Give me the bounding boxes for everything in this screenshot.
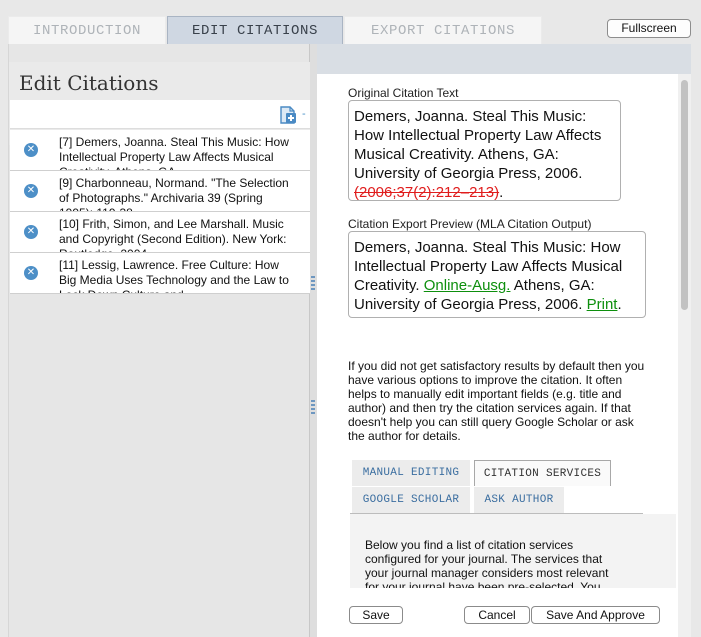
fullscreen-button[interactable]: Fullscreen — [607, 19, 691, 38]
editor-header-bar — [317, 44, 691, 74]
citation-toolbar: - — [10, 100, 310, 129]
cancel-button[interactable]: Cancel — [464, 606, 530, 624]
splitter-grip-icon[interactable] — [311, 400, 315, 414]
save-button[interactable]: Save — [349, 606, 403, 624]
add-citation-icon[interactable] — [278, 105, 298, 125]
pane-splitter[interactable] — [310, 44, 317, 637]
citation-services-text: Below you find a list of citation servic… — [365, 538, 609, 588]
citation-list: ✕ [7] Demers, Joanna. Steal This Music: … — [10, 130, 310, 294]
preview-online-link[interactable]: Online-Ausg. — [424, 277, 511, 294]
original-citation-struck: (2006;37(2):212–213) — [354, 184, 500, 201]
citation-item[interactable]: ✕ [7] Demers, Joanna. Steal This Music: … — [10, 130, 310, 171]
scrollbar-thumb[interactable] — [681, 80, 688, 310]
citation-item[interactable]: ✕ [11] Lessig, Lawrence. Free Culture: H… — [10, 253, 310, 294]
remove-citation-icon[interactable]: ✕ — [24, 266, 38, 280]
save-and-approve-button[interactable]: Save And Approve — [531, 606, 660, 624]
remove-citation-icon[interactable]: ✕ — [24, 184, 38, 198]
preview-end: . — [617, 296, 622, 313]
original-citation-label: Original Citation Text — [348, 86, 459, 100]
citation-item-text: [9] Charbonneau, Normand. "The Selection… — [59, 176, 289, 211]
citation-editor-pane: Original Citation Text Demers, Joanna. S… — [317, 44, 691, 637]
remove-citation-icon[interactable]: ✕ — [24, 143, 38, 157]
citation-item-text: [10] Frith, Simon, and Lee Marshall. Mus… — [59, 217, 287, 252]
original-citation-field[interactable]: Demers, Joanna. Steal This Music: How In… — [348, 100, 621, 201]
preview-print-link[interactable]: Print — [587, 296, 618, 313]
tab-introduction[interactable]: INTRODUCTION — [8, 16, 166, 44]
export-preview-label: Citation Export Preview (MLA Citation Ou… — [348, 217, 592, 231]
citation-item-text: [7] Demers, Joanna. Steal This Music: Ho… — [59, 135, 289, 170]
citation-services-panel: Below you find a list of citation servic… — [350, 514, 676, 588]
export-preview-box: Demers, Joanna. Steal This Music: How In… — [348, 231, 646, 318]
page-title: Edit Citations — [19, 71, 159, 95]
tab-manual-editing[interactable]: MANUAL EDITING — [352, 460, 470, 486]
tab-edit-citations[interactable]: EDIT CITATIONS — [167, 16, 343, 44]
tab-citation-services[interactable]: CITATION SERVICES — [474, 460, 611, 486]
splitter-grip-icon[interactable] — [311, 276, 315, 290]
editor-scrollbar[interactable] — [678, 74, 691, 637]
citation-item-text: [11] Lessig, Lawrence. Free Culture: How… — [59, 258, 289, 293]
citation-item[interactable]: ✕ [10] Frith, Simon, and Lee Marshall. M… — [10, 212, 310, 253]
tab-google-scholar[interactable]: GOOGLE SCHOLAR — [352, 487, 470, 513]
tab-export-citations[interactable]: EXPORT CITATIONS — [344, 16, 542, 44]
original-citation-end: . — [499, 184, 504, 201]
citation-list-pane: Edit Citations - ✕ [7] Demers, Joanna. S… — [8, 44, 310, 637]
citation-item[interactable]: ✕ [9] Charbonneau, Normand. "The Selecti… — [10, 171, 310, 212]
remove-citation-icon[interactable]: ✕ — [24, 225, 38, 239]
tab-ask-author[interactable]: ASK AUTHOR — [474, 487, 564, 513]
add-citation-suffix: - — [302, 108, 306, 120]
help-text: If you did not get satisfactory results … — [348, 359, 645, 443]
original-citation-text: Demers, Joanna. Steal This Music: How In… — [354, 108, 602, 182]
